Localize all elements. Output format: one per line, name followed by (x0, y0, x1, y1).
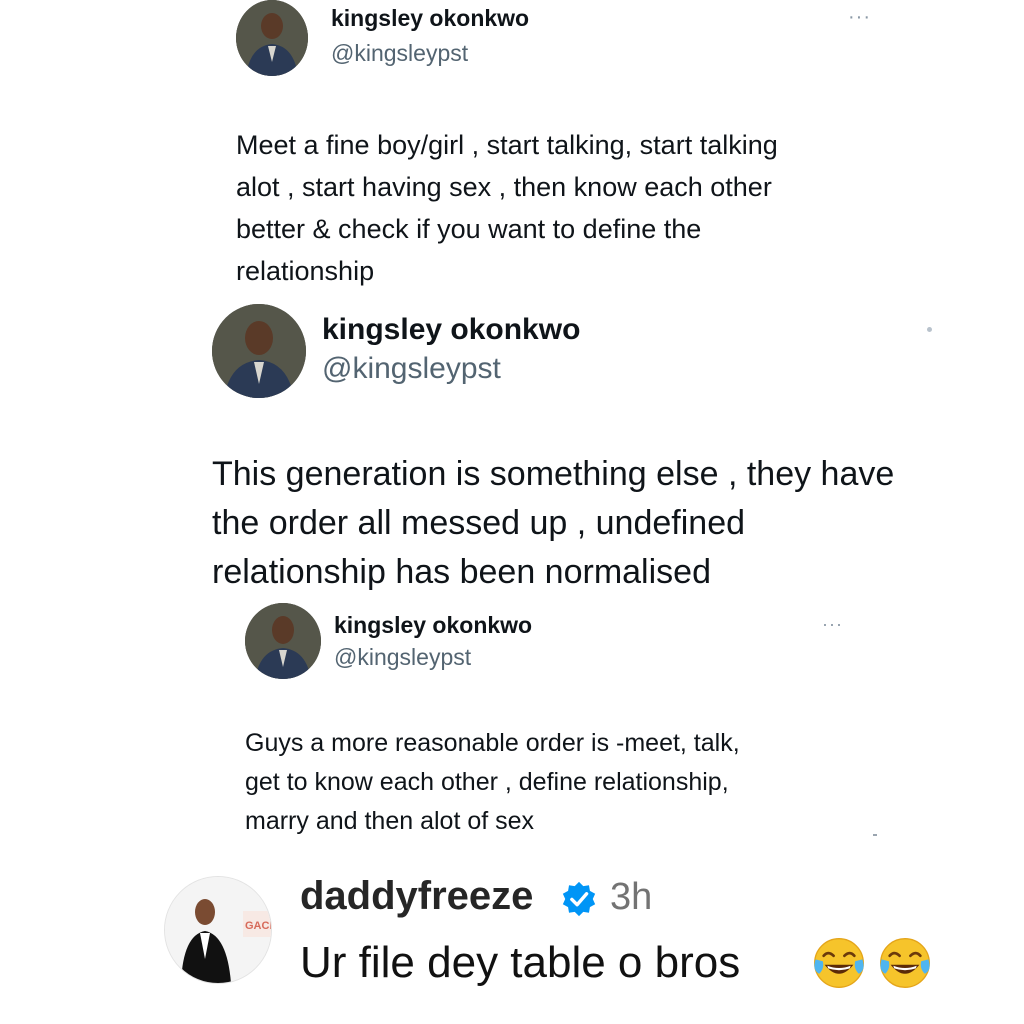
handle[interactable]: @kingsleypst (322, 352, 501, 386)
tweet-text: This generation is something else , they… (212, 450, 894, 597)
tweet-text: Guys a more reasonable order is -meet, t… (245, 724, 740, 841)
avatar-logo-text: GACK (245, 920, 271, 932)
tweet-line: the order all messed up , undefined (212, 504, 746, 542)
verified-badge-icon (562, 881, 596, 917)
tweet-line: relationship (236, 256, 375, 286)
face-with-tears-of-joy-icon (814, 938, 864, 988)
divider (873, 834, 877, 836)
display-name[interactable]: kingsley okonkwo (331, 5, 529, 32)
more-options-icon[interactable]: ··· (822, 614, 843, 635)
commenter-username[interactable]: daddyfreeze (300, 874, 533, 919)
profile-photo-icon (245, 603, 321, 679)
comment-time: 3h (610, 876, 653, 918)
display-name[interactable]: kingsley okonkwo (322, 313, 580, 347)
tweet-line: Meet a fine boy/girl , start talking, st… (236, 130, 778, 160)
face-with-tears-of-joy-icon (880, 938, 930, 988)
commenter-avatar[interactable]: GACK (164, 876, 272, 984)
tweet-line: alot , start having sex , then know each… (236, 172, 772, 202)
handle[interactable]: @kingsleypst (334, 644, 471, 671)
tweet-line: This generation is something else , they… (212, 455, 895, 493)
tweet-line: relationship has been normalised (212, 553, 711, 591)
tweet-text: Meet a fine boy/girl , start talking, st… (236, 124, 778, 292)
profile-photo-icon: GACK (165, 877, 271, 983)
tweet-line: better & check if you want to define the (236, 214, 702, 244)
avatar[interactable] (245, 603, 321, 679)
tweet-line: Guys a more reasonable order is -meet, t… (245, 729, 740, 757)
display-name[interactable]: kingsley okonkwo (334, 612, 532, 639)
avatar[interactable] (236, 0, 308, 76)
tweet-line: get to know each other , define relation… (245, 768, 729, 796)
avatar[interactable] (212, 304, 306, 398)
profile-photo-icon (212, 304, 306, 398)
more-options-icon[interactable]: ··· (848, 6, 871, 29)
more-options-icon[interactable] (927, 327, 932, 332)
handle[interactable]: @kingsleypst (331, 40, 468, 67)
comment-text: Ur file dey table o bros (300, 938, 741, 987)
profile-photo-icon (236, 0, 308, 76)
tweet-line: marry and then alot of sex (245, 807, 535, 835)
